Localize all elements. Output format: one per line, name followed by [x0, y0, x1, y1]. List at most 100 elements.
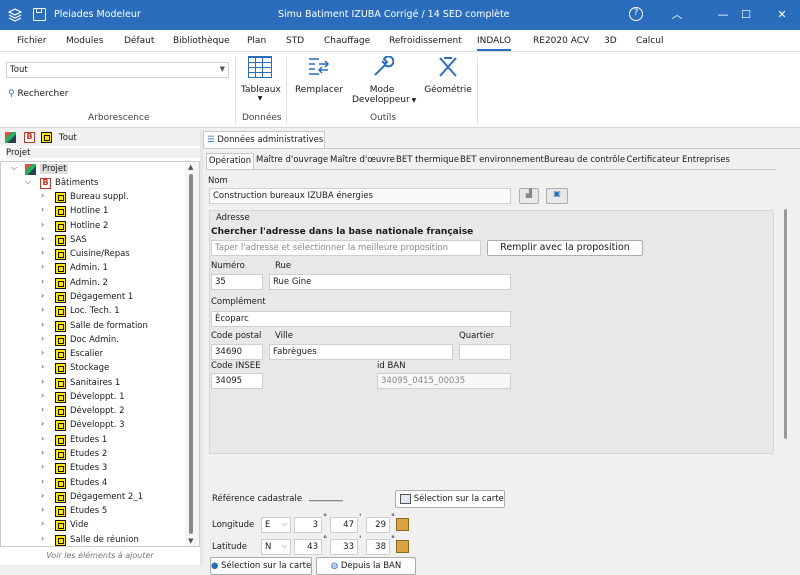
- chevron-right-icon[interactable]: ›: [41, 248, 44, 257]
- rue-field[interactable]: Rue Gine: [269, 274, 511, 290]
- cadastre-field[interactable]: ________: [309, 492, 343, 502]
- chevron-right-icon[interactable]: ›: [41, 462, 44, 471]
- tree-item-zone[interactable]: › Etudes 2: [1, 448, 181, 462]
- tab-maitre-ouvrage[interactable]: Maître d'ouvrage: [256, 153, 328, 167]
- ban-button[interactable]: ◍ Depuis la BAN: [316, 557, 416, 575]
- quartier-field[interactable]: [459, 344, 511, 360]
- tab-certificateur[interactable]: Certificateur: [626, 153, 680, 167]
- tree-item-zone[interactable]: › Vide: [1, 519, 181, 533]
- tree-item-zone[interactable]: › Bureau suppl.: [1, 191, 181, 205]
- chevron-right-icon[interactable]: ›: [41, 505, 44, 514]
- menu-defaut[interactable]: Défaut: [124, 36, 154, 46]
- chevron-right-icon[interactable]: ›: [41, 491, 44, 500]
- chevron-right-icon[interactable]: ›: [41, 362, 44, 371]
- tree-item-zone[interactable]: › Etudes 5: [1, 505, 181, 519]
- search-button[interactable]: ⚲ Rechercher: [8, 89, 68, 99]
- chevron-down-icon[interactable]: ⌵: [11, 163, 17, 173]
- tree-item-zone[interactable]: › Développt. 2: [1, 405, 181, 419]
- tab-bureau-controle[interactable]: Bureau de contrôle: [544, 153, 625, 167]
- latitude-paste-icon[interactable]: [396, 540, 409, 553]
- tree-item-zone[interactable]: › Salle de réunion: [1, 534, 181, 548]
- tree-item-zone[interactable]: › Doc Admin.: [1, 334, 181, 348]
- scroll-thumb[interactable]: [784, 209, 787, 439]
- tree-item-zone[interactable]: › Etudes 3: [1, 462, 181, 476]
- help-icon[interactable]: ?: [629, 7, 643, 21]
- chevron-right-icon[interactable]: ›: [41, 305, 44, 314]
- chevron-right-icon[interactable]: ›: [41, 419, 44, 428]
- tree-item-zone[interactable]: › Admin. 2: [1, 277, 181, 291]
- chevron-right-icon[interactable]: ›: [41, 377, 44, 386]
- tree-item-zone[interactable]: › Cuisine/Repas: [1, 248, 181, 262]
- tab-operation[interactable]: Opération: [206, 153, 254, 169]
- menu-std[interactable]: STD: [286, 36, 304, 46]
- tree-item-project[interactable]: ⌵ Projet: [1, 163, 181, 177]
- nom-action-button-2[interactable]: ▣: [546, 188, 568, 204]
- numero-field[interactable]: 35: [211, 274, 263, 290]
- tree-item-zone[interactable]: › Stockage: [1, 362, 181, 376]
- chevron-right-icon[interactable]: ›: [41, 277, 44, 286]
- tree-item-zone[interactable]: › Etudes 1: [1, 434, 181, 448]
- building-b-icon[interactable]: B: [24, 132, 35, 143]
- menu-calcul[interactable]: Calcul: [636, 36, 663, 46]
- fill-proposal-button[interactable]: Remplir avec la proposition: [487, 240, 643, 256]
- latitude-direction-select[interactable]: N ⌵: [261, 539, 291, 555]
- latitude-degrees-field[interactable]: 43: [294, 539, 322, 555]
- menu-refroidissement[interactable]: Refroidissement: [389, 36, 462, 46]
- ville-field[interactable]: Fabrègues: [269, 344, 453, 360]
- tree-item-zone[interactable]: › Dégagement 2_1: [1, 491, 181, 505]
- filter-select[interactable]: Tout ▼: [6, 62, 229, 78]
- tree-item-zone[interactable]: › Développt. 1: [1, 391, 181, 405]
- tree-item-zone[interactable]: › SAS: [1, 234, 181, 248]
- zone-icon[interactable]: [41, 132, 52, 143]
- nom-action-button-1[interactable]: ▟: [519, 188, 539, 204]
- chevron-right-icon[interactable]: ›: [41, 191, 44, 200]
- tableaux-button[interactable]: Tableaux ▼: [241, 56, 281, 102]
- document-tab[interactable]: ☰ Données administratives: [203, 131, 325, 148]
- chevron-right-icon[interactable]: ›: [41, 519, 44, 528]
- tree-footer[interactable]: Voir les éléments à ajouter: [0, 551, 200, 560]
- chevron-right-icon[interactable]: ›: [41, 348, 44, 357]
- collapse-ribbon-icon[interactable]: ︿: [655, 0, 699, 30]
- chevron-right-icon[interactable]: ›: [41, 234, 44, 243]
- menu-modules[interactable]: Modules: [66, 36, 103, 46]
- menu-indalo[interactable]: INDALO: [477, 36, 512, 51]
- longitude-paste-icon[interactable]: [396, 518, 409, 531]
- tab-bet-thermique[interactable]: BET thermique: [396, 153, 459, 167]
- tree-item-zone[interactable]: › Etudes 4: [1, 477, 181, 491]
- menu-re2020[interactable]: RE2020 ACV: [533, 36, 589, 46]
- tab-maitre-oeuvre[interactable]: Maître d'œuvre: [330, 153, 395, 167]
- longitude-direction-select[interactable]: E ⌵: [261, 517, 291, 533]
- tree-item-zone[interactable]: › Développt. 3: [1, 419, 181, 433]
- scroll-up-icon[interactable]: ▲: [188, 163, 193, 171]
- tree-scrollbar[interactable]: ▲ ▼: [185, 162, 199, 546]
- chevron-right-icon[interactable]: ›: [41, 291, 44, 300]
- chevron-right-icon[interactable]: ›: [41, 448, 44, 457]
- tree-item-zone[interactable]: › Hotline 2: [1, 220, 181, 234]
- menu-chauffage[interactable]: Chauffage: [324, 36, 370, 46]
- mode-developpeur-button[interactable]: Mode Developpeur ▼: [352, 55, 416, 105]
- tree-item-zone[interactable]: › Admin. 1: [1, 262, 181, 276]
- chevron-right-icon[interactable]: ›: [41, 205, 44, 214]
- latitude-minutes-field[interactable]: 33: [330, 539, 358, 555]
- tree-item-zone[interactable]: › Sanitaires 1: [1, 377, 181, 391]
- coords-map-button[interactable]: ● Sélection sur la carte: [210, 557, 312, 575]
- insee-field[interactable]: 34095: [211, 373, 263, 389]
- tree-item-buildings[interactable]: ⌵ B Bâtiments: [1, 177, 181, 191]
- tree-item-zone[interactable]: › Dégagement 1: [1, 291, 181, 305]
- nom-field[interactable]: Construction bureaux IZUBA énergies: [209, 188, 511, 204]
- chevron-right-icon[interactable]: ›: [41, 534, 44, 543]
- complement-field[interactable]: Écoparc: [211, 311, 511, 327]
- save-icon[interactable]: [33, 8, 46, 21]
- latitude-seconds-field[interactable]: 38: [366, 539, 390, 555]
- cadastre-map-button[interactable]: Sélection sur la carte: [395, 490, 505, 508]
- chevron-down-icon[interactable]: ⌵: [25, 177, 31, 187]
- tab-bet-environnement[interactable]: BET environnement: [460, 153, 544, 167]
- scroll-thumb[interactable]: [189, 174, 193, 534]
- menu-plan[interactable]: Plan: [247, 36, 266, 46]
- chevron-right-icon[interactable]: ›: [41, 334, 44, 343]
- chevron-right-icon[interactable]: ›: [41, 477, 44, 486]
- menu-bibliotheque[interactable]: Bibliothèque: [173, 36, 230, 46]
- chevron-right-icon[interactable]: ›: [41, 220, 44, 229]
- tree-item-zone[interactable]: › Escalier: [1, 348, 181, 362]
- chevron-right-icon[interactable]: ›: [41, 434, 44, 443]
